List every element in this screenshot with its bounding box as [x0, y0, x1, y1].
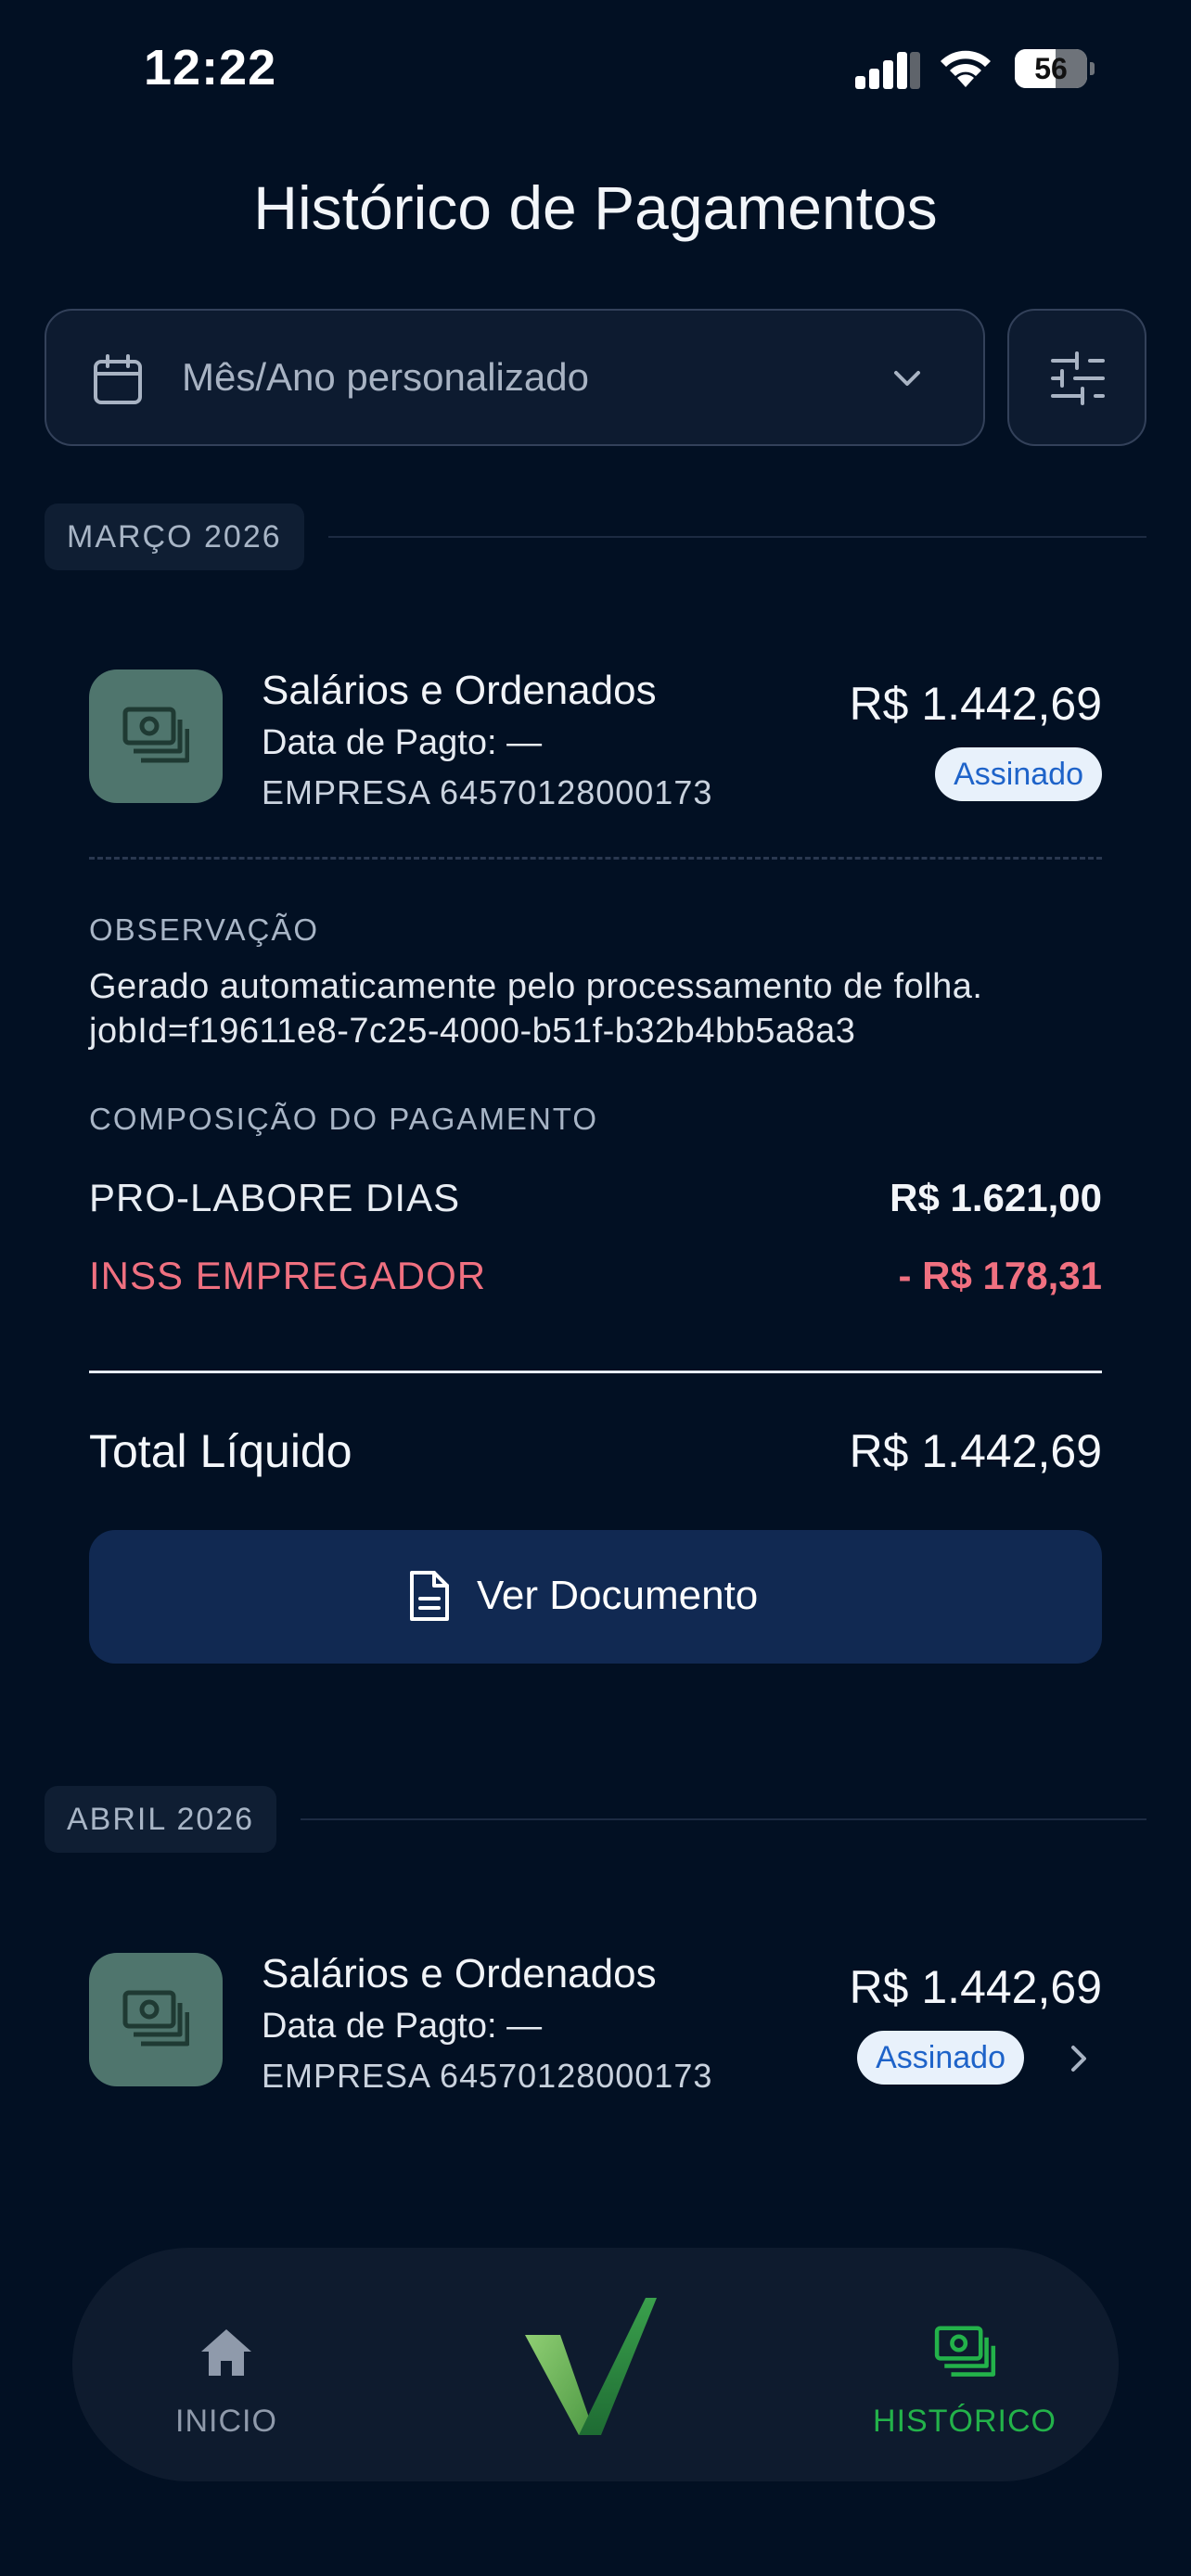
battery-indicator: 56	[1015, 49, 1095, 88]
payment-icon-tile	[89, 670, 223, 803]
total-label: Total Líquido	[89, 1425, 352, 1477]
composition-item-value: - R$ 178,31	[898, 1254, 1102, 1297]
section-header-marco: MARÇO 2026	[45, 504, 1146, 570]
money-icon	[122, 707, 189, 763]
chevron-right-icon[interactable]	[1069, 2044, 1089, 2073]
payment-title: Salários e Ordenados	[262, 668, 657, 713]
sliders-icon	[1051, 351, 1105, 405]
payment-amount: R$ 1.442,69	[849, 678, 1102, 730]
calendar-icon	[94, 354, 142, 404]
total-value: R$ 1.442,69	[849, 1425, 1102, 1477]
observation-text: Gerado automaticamente pelo processament…	[89, 964, 1102, 1053]
payment-icon-tile	[89, 1953, 223, 2086]
composition-row-prolabore: PRO-LABORE DIAS R$ 1.621,00	[89, 1176, 1102, 1228]
status-bar: 12:22 56	[0, 0, 1191, 139]
money-icon	[122, 1990, 189, 2047]
money-icon	[934, 2326, 996, 2377]
bottom-navigation: INICIO HISTÓRICO	[72, 2248, 1119, 2481]
battery-percent: 56	[1034, 52, 1068, 85]
composition-row-inss: INSS EMPREGADOR - R$ 178,31	[89, 1254, 1102, 1306]
status-badge: Assinado	[857, 2031, 1024, 2085]
payment-title: Salários e Ordenados	[262, 1951, 657, 1996]
composition-item-label: INSS EMPREGADOR	[89, 1254, 487, 1297]
nav-item-home[interactable]: INICIO	[106, 2248, 347, 2481]
chevron-down-icon	[894, 371, 920, 386]
filter-button[interactable]	[1007, 309, 1146, 446]
payment-amount: R$ 1.442,69	[849, 1961, 1102, 2013]
nav-label-history: HISTÓRICO	[873, 2404, 1057, 2439]
payment-company: EMPRESA 64570128000173	[262, 2057, 713, 2095]
document-icon	[410, 1571, 449, 1621]
payment-date: Data de Pagto: —	[262, 2007, 543, 2046]
composition-item-label: PRO-LABORE DIAS	[89, 1176, 461, 1219]
nav-label-home: INICIO	[175, 2404, 277, 2439]
observation-line-2: jobId=f19611e8-7c25-4000-b51f-b32b4bb5a8…	[89, 1012, 856, 1051]
brand-logo-icon[interactable]	[523, 2294, 662, 2439]
section-divider	[301, 1818, 1146, 1820]
section-label: ABRIL 2026	[45, 1786, 277, 1853]
payment-item-marco[interactable]: Salários e Ordenados Data de Pagto: — EM…	[89, 668, 1102, 811]
payment-company: EMPRESA 64570128000173	[262, 773, 713, 811]
observation-line-1: Gerado automaticamente pelo processament…	[89, 967, 983, 1006]
composition-label: COMPOSIÇÃO DO PAGAMENTO	[89, 1102, 599, 1136]
payment-item-abril[interactable]: Salários e Ordenados Data de Pagto: — EM…	[89, 1951, 1102, 2095]
month-select-placeholder: Mês/Ano personalizado	[182, 355, 589, 399]
status-time: 12:22	[144, 40, 277, 96]
status-badge: Assinado	[935, 747, 1102, 801]
wifi-icon	[941, 50, 991, 87]
signal-icon	[855, 52, 920, 89]
observation-label: OBSERVAÇÃO	[89, 912, 320, 947]
section-header-abril: ABRIL 2026	[45, 1786, 1146, 1853]
view-document-button[interactable]: Ver Documento	[89, 1530, 1102, 1664]
section-label: MARÇO 2026	[45, 504, 304, 570]
page-title: Histórico de Pagamentos	[253, 173, 938, 242]
home-icon	[201, 2329, 251, 2376]
payment-date: Data de Pagto: —	[262, 723, 543, 762]
month-year-select[interactable]: Mês/Ano personalizado	[45, 309, 985, 446]
section-divider	[327, 536, 1146, 538]
total-divider	[89, 1371, 1102, 1373]
nav-item-history[interactable]: HISTÓRICO	[844, 2248, 1085, 2481]
composition-item-value: R$ 1.621,00	[890, 1176, 1102, 1219]
details-divider	[89, 857, 1102, 860]
view-document-label: Ver Documento	[477, 1573, 759, 1618]
